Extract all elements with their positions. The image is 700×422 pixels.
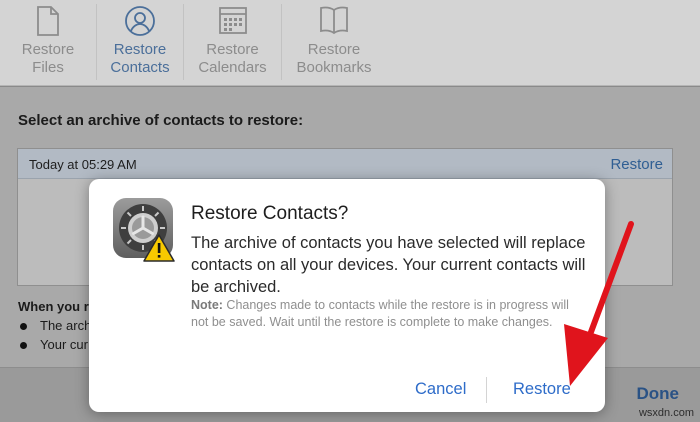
note-label: Note: (191, 298, 223, 312)
section-title: Select an archive of contacts to restore… (18, 112, 304, 129)
watermark: wsxdn.com (638, 407, 694, 419)
note-text: Changes made to contacts while the resto… (191, 298, 569, 329)
info-bullet: Your cur (20, 337, 88, 352)
archive-date: Today at 05:29 AM (29, 157, 137, 172)
archive-row[interactable]: Today at 05:29 AM Restore (18, 149, 672, 179)
done-button[interactable]: Done (637, 384, 680, 404)
tab-label: Restore Contacts (110, 41, 170, 76)
restore-confirm-dialog: Restore Contacts? The archive of contact… (89, 179, 605, 412)
book-icon (318, 5, 350, 40)
tab-label: Restore Calendars (198, 41, 267, 76)
tab-label: Restore Files (21, 41, 75, 76)
bullet-dot (20, 342, 27, 350)
red-arrow-icon (548, 220, 640, 393)
tab-restore-files[interactable]: Restore Files (0, 0, 96, 86)
dialog-title: Restore Contacts? (191, 203, 349, 224)
system-preferences-warning-icon (112, 197, 178, 268)
tab-restore-contacts[interactable]: Restore Contacts (97, 0, 183, 86)
contact-icon (124, 5, 156, 42)
button-divider (486, 377, 487, 403)
bullet-dot (20, 323, 27, 331)
archive-restore-link[interactable]: Restore (610, 156, 663, 173)
tab-restore-bookmarks[interactable]: Restore Bookmarks (282, 0, 386, 86)
info-heading: When you re (18, 299, 97, 314)
tab-restore-calendars[interactable]: Restore Calendars (184, 0, 281, 86)
toolbar: Restore Files Restore Contacts Restore Cale… (0, 0, 700, 86)
dialog-note: Note: Changes made to contacts while the… (191, 297, 581, 331)
document-icon (35, 5, 61, 42)
tab-label: Restore Bookmarks (296, 41, 372, 76)
info-bullet: The arch (20, 318, 91, 333)
calendar-icon (218, 5, 248, 40)
cancel-button[interactable]: Cancel (415, 380, 466, 399)
dialog-message: The archive of contacts you have selecte… (191, 234, 586, 296)
